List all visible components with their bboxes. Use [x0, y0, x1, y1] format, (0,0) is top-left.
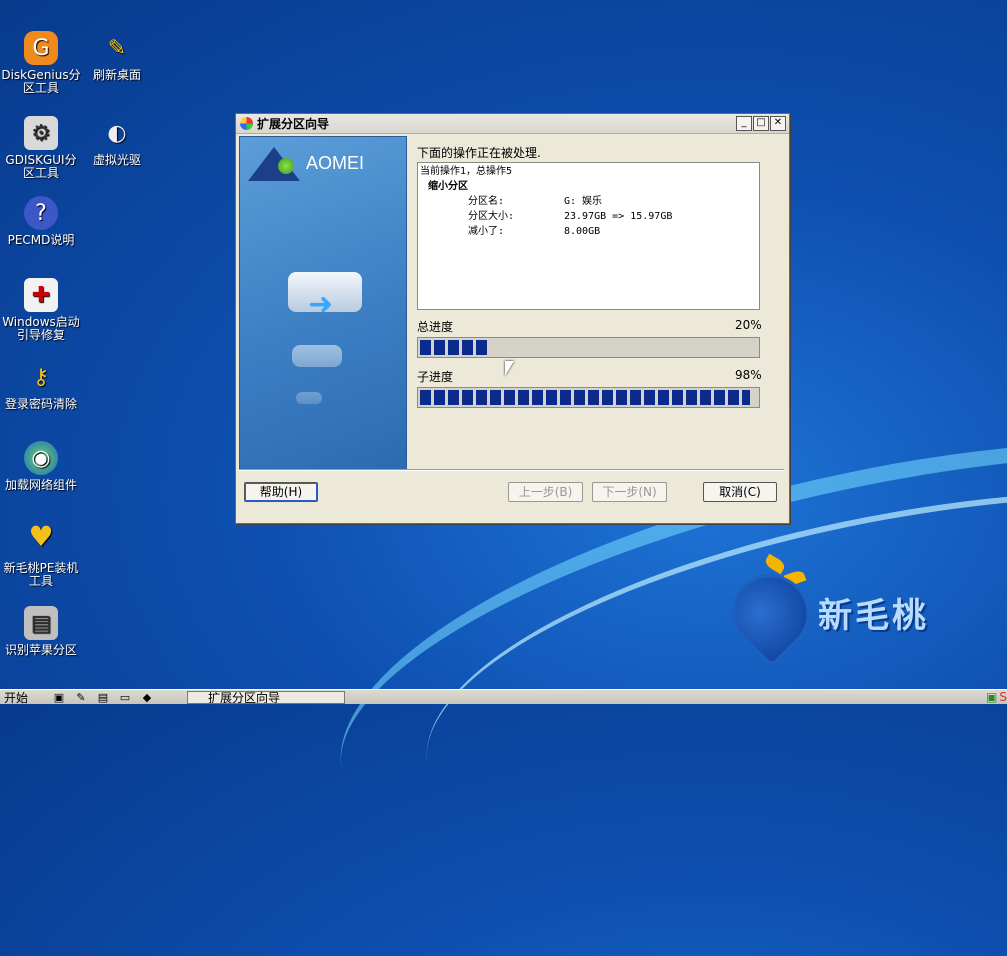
desktop-icon-label: Windows启动引导修复 — [2, 315, 80, 342]
operation-key: 分区名: — [468, 196, 505, 207]
desktop-icon-label: 登录密码清除 — [4, 397, 77, 411]
operation-value: G: 娱乐 — [564, 196, 603, 207]
arrow-icon: ➜ — [308, 287, 334, 322]
desktop-icon-label: 识别苹果分区 — [4, 643, 77, 657]
maximize-button[interactable]: □ — [753, 116, 769, 131]
sub-progress-label: 子进度 — [417, 370, 454, 384]
quicklaunch-window-icon[interactable]: ▭ — [114, 691, 136, 704]
key-icon: ⚷ — [32, 364, 50, 390]
quicklaunch-tool-icon[interactable]: ✎ — [70, 691, 92, 704]
quicklaunch-folder-icon[interactable]: ▣ — [48, 691, 70, 704]
desktop-icon-label: 虚拟光驱 — [92, 153, 141, 167]
desktop-icon-apple-partition[interactable]: ▤ 识别苹果分区 — [0, 606, 82, 657]
app-icon — [240, 117, 253, 130]
operation-value: 8.00GB — [564, 226, 601, 237]
dialog-titlebar[interactable]: 扩展分区向导 _ □ ✕ — [236, 114, 789, 134]
desktop-icon-label: 新毛桃PE装机工具 — [3, 561, 79, 588]
help-button[interactable]: 帮助(H) — [244, 482, 318, 502]
desktop-icon-diskgenius[interactable]: G DiskGenius分区工具 — [0, 31, 82, 95]
desktop-icon-network[interactable]: ◉ 加载网络组件 — [0, 441, 82, 492]
wizard-side-banner: AOMEI ➜ — [239, 136, 407, 471]
operation-section: 缩小分区 — [428, 181, 468, 192]
operation-label: 下面的操作正在被处理. — [417, 146, 541, 160]
close-button[interactable]: ✕ — [770, 116, 786, 131]
apple-partition-icon: ▤ — [24, 606, 58, 640]
total-progress-fill — [420, 340, 488, 355]
network-icon: ◉ — [24, 441, 58, 475]
boot-repair-icon: ✚ — [24, 278, 58, 312]
sub-progress-bar — [417, 387, 760, 408]
operation-key: 减小了: — [468, 226, 505, 237]
desktop-icon-label: DiskGenius分区工具 — [1, 68, 81, 95]
sub-progress-percent: 98% — [735, 368, 762, 382]
virtual-drive-icon: ◐ — [107, 120, 127, 146]
desktop-icon-label: 刷新桌面 — [92, 68, 141, 82]
partition-wizard-dialog: 扩展分区向导 _ □ ✕ AOMEI ➜ 下面的操作正在被处理. 当前操作1，总… — [235, 113, 790, 524]
refresh-desktop-icon: ✎ — [107, 35, 127, 61]
operation-list: 当前操作1，总操作5 缩小分区 分区名: G: 娱乐 分区大小: 23.97GB… — [417, 162, 760, 310]
disk-reflection-icon — [296, 392, 322, 404]
desktop-icon-label: GDISKGUI分区工具 — [5, 153, 77, 180]
operation-current: 当前操作1，总操作5 — [420, 166, 513, 177]
operation-value: 23.97GB => 15.97GB — [564, 211, 673, 222]
dialog-title: 扩展分区向导 — [257, 117, 330, 131]
gdisk-icon: ⚙ — [24, 116, 58, 150]
cancel-button[interactable]: 取消(C) — [703, 482, 777, 502]
sub-progress-fill — [420, 390, 751, 405]
total-progress-label: 总进度 — [417, 320, 454, 334]
help-icon: ? — [24, 196, 58, 230]
peach-icon: ♥ — [28, 519, 54, 553]
desktop-icon-boot-repair[interactable]: ✚ Windows启动引导修复 — [0, 278, 82, 342]
desktop-icon-virtual-drive[interactable]: ◐ 虚拟光驱 — [76, 116, 158, 167]
wallpaper-brand-text: 新毛桃 — [818, 596, 929, 636]
desktop-icon-password[interactable]: ⚷ 登录密码清除 — [0, 360, 82, 411]
prev-button[interactable]: 上一步(B) — [508, 482, 583, 502]
tray-network-icon[interactable]: ▣ — [986, 690, 997, 704]
desktop-icon-peach-installer[interactable]: ♥ 新毛桃PE装机工具 — [0, 514, 82, 588]
dialog-separator — [239, 469, 784, 471]
operation-row: 分区名: G: 娱乐 — [420, 194, 757, 209]
desktop-icon-pecmd[interactable]: ? PECMD说明 — [0, 196, 82, 247]
operation-row: 减小了: 8.00GB — [420, 224, 757, 239]
total-progress-percent: 20% — [735, 318, 762, 332]
aomei-logo-dot — [278, 158, 294, 174]
operation-row: 分区大小: 23.97GB => 15.97GB — [420, 209, 757, 224]
diskgenius-icon: G — [24, 31, 58, 65]
next-button[interactable]: 下一步(N) — [592, 482, 667, 502]
minimize-button[interactable]: _ — [736, 116, 752, 131]
quicklaunch-explorer-icon[interactable]: ▤ — [92, 691, 114, 704]
desktop-icon-label: 加载网络组件 — [4, 478, 77, 492]
taskbar: 开始 ▣ ✎ ▤ ▭ ◆ 扩展分区向导 ▣ S — [0, 689, 1007, 705]
taskbar-task-partition-wizard[interactable]: 扩展分区向导 — [187, 690, 345, 704]
total-progress-bar — [417, 337, 760, 358]
tray-input-icon[interactable]: S — [999, 690, 1007, 704]
desktop-icon-gdisk[interactable]: ⚙ GDISKGUI分区工具 — [0, 116, 82, 180]
desktop-icon-label: PECMD说明 — [7, 233, 75, 247]
quicklaunch-arrow-icon[interactable]: ◆ — [136, 691, 158, 704]
brand-name: AOMEI — [306, 153, 365, 173]
operation-key: 分区大小: — [468, 211, 515, 222]
disk-reflection-icon — [292, 345, 342, 367]
mouse-cursor-icon — [505, 361, 514, 376]
system-tray: ▣ S — [943, 690, 1007, 704]
desktop-icon-refresh[interactable]: ✎ 刷新桌面 — [76, 31, 158, 82]
